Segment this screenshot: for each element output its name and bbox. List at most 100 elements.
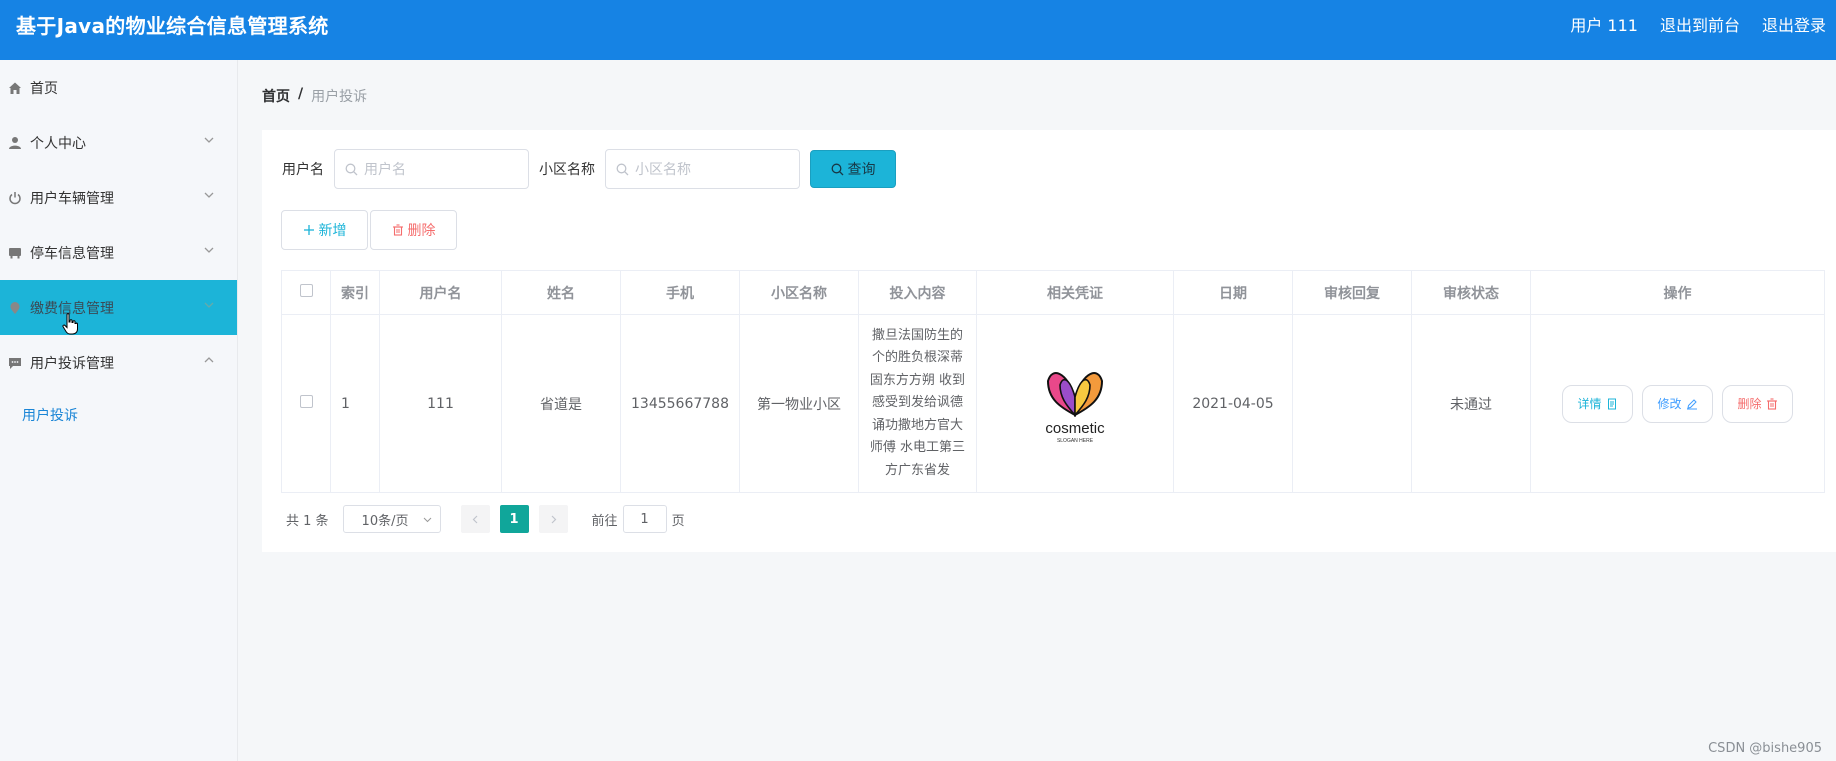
power-icon bbox=[8, 191, 22, 205]
cell-username: 111 bbox=[379, 314, 502, 493]
sidebar-item-label: 个人中心 bbox=[30, 135, 86, 152]
chevron-down-icon bbox=[204, 247, 214, 253]
parking-icon bbox=[8, 246, 22, 260]
page-size-select[interactable]: 10条/页 bbox=[342, 505, 441, 533]
search-icon bbox=[831, 163, 843, 175]
detail-button[interactable]: 详情 bbox=[1562, 384, 1633, 423]
hand-cursor-icon bbox=[62, 313, 78, 335]
cell-operations: 详情 修改 删除 bbox=[1530, 314, 1825, 493]
sidebar-item-payments[interactable]: 缴费信息管理 bbox=[0, 280, 237, 335]
batch-delete-button[interactable]: 删除 bbox=[370, 210, 457, 250]
sidebar-item-label: 停车信息管理 bbox=[30, 245, 114, 262]
next-page-button[interactable] bbox=[538, 505, 568, 533]
table-header-row: 索引 用户名 姓名 手机 小区名称 投入内容 相关凭证 日期 审核回复 审核状态… bbox=[281, 270, 1825, 315]
column-header: 审核状态 bbox=[1411, 270, 1531, 315]
username-placeholder: 用户名 bbox=[364, 162, 406, 178]
page-size-value: 10条/页 bbox=[361, 513, 409, 529]
search-bar: 用户名 用户名 小区名称 小区名称 查询 bbox=[282, 149, 896, 189]
chevron-right-icon bbox=[551, 515, 556, 523]
main-card: 用户名 用户名 小区名称 小区名称 查询 新增 删除 索引 用户名 姓名 手机 … bbox=[262, 130, 1836, 552]
row-select-cell[interactable] bbox=[281, 314, 331, 493]
complaint-content-text: 撒旦法国防生的个的胜负根深蒂固东方方朔 收到感受到发给讽德诵功撒地方官大师傅 水… bbox=[869, 327, 966, 478]
back-to-front-link[interactable]: 退出到前台 bbox=[1660, 12, 1740, 36]
batch-delete-label: 删除 bbox=[407, 223, 436, 239]
trash-icon bbox=[1766, 397, 1777, 410]
cell-date: 2021-04-05 bbox=[1173, 314, 1293, 493]
username-label: 用户名 bbox=[282, 162, 324, 178]
home-icon bbox=[8, 81, 22, 95]
cell-proof: cosmetic SLOGAN HERE bbox=[976, 314, 1174, 493]
add-button[interactable]: 新增 bbox=[281, 210, 368, 250]
chevron-down-icon bbox=[204, 137, 214, 143]
chevron-left-icon bbox=[472, 515, 477, 523]
chevron-down-icon bbox=[204, 192, 214, 198]
column-header: 相关凭证 bbox=[976, 270, 1174, 315]
column-header: 日期 bbox=[1173, 270, 1293, 315]
cell-status: 未通过 bbox=[1411, 314, 1531, 493]
chevron-up-icon bbox=[204, 357, 214, 363]
trash-icon bbox=[392, 224, 403, 236]
goto-label: 前往 bbox=[591, 513, 618, 529]
sidebar-item-profile[interactable]: 个人中心 bbox=[0, 115, 237, 170]
document-icon bbox=[1607, 398, 1616, 409]
username-search-input[interactable]: 用户名 bbox=[334, 149, 529, 189]
app-title: 基于Java的物业综合信息管理系统 bbox=[16, 14, 329, 38]
breadcrumb: 首页 / 用户投诉 bbox=[262, 86, 367, 106]
plus-icon bbox=[303, 225, 314, 235]
total-count: 共 1 条 bbox=[286, 513, 329, 529]
add-button-label: 新增 bbox=[318, 223, 347, 239]
sidebar-item-vehicles[interactable]: 用户车辆管理 bbox=[0, 170, 237, 225]
column-header: 手机 bbox=[620, 270, 740, 315]
logo-slogan: SLOGAN HERE bbox=[1057, 438, 1094, 444]
row-delete-label: 删除 bbox=[1737, 397, 1762, 411]
sidebar: 首页 个人中心 用户车辆管理 停车信息管理 缴费信息管理 用户投诉管理 用户投诉 bbox=[0, 60, 238, 761]
sidebar-item-parking[interactable]: 停车信息管理 bbox=[0, 225, 237, 280]
location-icon bbox=[8, 301, 22, 315]
pagination: 共 1 条 10条/页 1 前往 1 页 bbox=[286, 505, 685, 533]
detail-button-label: 详情 bbox=[1577, 397, 1602, 411]
page-unit-label: 页 bbox=[671, 513, 685, 529]
edit-button[interactable]: 修改 bbox=[1642, 384, 1713, 423]
sidebar-subitem-complaints[interactable]: 用户投诉 bbox=[0, 390, 237, 440]
query-button[interactable]: 查询 bbox=[810, 150, 896, 188]
user-icon bbox=[8, 136, 22, 150]
sidebar-item-label: 用户车辆管理 bbox=[30, 190, 114, 207]
select-all-cell[interactable] bbox=[281, 270, 331, 315]
community-placeholder: 小区名称 bbox=[635, 162, 691, 178]
action-bar: 新增 删除 bbox=[281, 210, 457, 250]
watermark: CSDN @bishe905 bbox=[1708, 741, 1822, 756]
column-header: 小区名称 bbox=[739, 270, 859, 315]
community-search-input[interactable]: 小区名称 bbox=[605, 149, 800, 189]
search-icon bbox=[616, 163, 629, 175]
column-header: 投入内容 bbox=[858, 270, 977, 315]
cell-reply bbox=[1292, 314, 1412, 493]
search-icon bbox=[345, 163, 358, 175]
sidebar-item-complaints[interactable]: 用户投诉管理 bbox=[0, 335, 237, 390]
row-delete-button[interactable]: 删除 bbox=[1722, 384, 1793, 423]
top-bar: 基于Java的物业综合信息管理系统 用户 111 退出到前台 退出登录 bbox=[0, 0, 1836, 60]
cosmetic-logo-image[interactable]: cosmetic SLOGAN HERE bbox=[1030, 357, 1120, 447]
complaints-table: 索引 用户名 姓名 手机 小区名称 投入内容 相关凭证 日期 审核回复 审核状态… bbox=[281, 270, 1825, 493]
sidebar-item-home[interactable]: 首页 bbox=[0, 60, 237, 115]
sidebar-item-label: 用户投诉管理 bbox=[30, 355, 114, 372]
table-row: 1 111 省道是 13455667788 第一物业小区 撒旦法国防生的个的胜负… bbox=[281, 314, 1825, 493]
page-number-current[interactable]: 1 bbox=[499, 505, 529, 533]
breadcrumb-separator: / bbox=[298, 86, 304, 102]
query-button-label: 查询 bbox=[847, 162, 876, 178]
pencil-icon bbox=[1686, 398, 1697, 409]
cell-name: 省道是 bbox=[501, 314, 621, 493]
column-header: 审核回复 bbox=[1292, 270, 1412, 315]
cell-content: 撒旦法国防生的个的胜负根深蒂固东方方朔 收到感受到发给讽德诵功撒地方官大师傅 水… bbox=[858, 314, 977, 493]
chat-icon bbox=[8, 356, 22, 370]
edit-button-label: 修改 bbox=[1657, 397, 1682, 411]
breadcrumb-home[interactable]: 首页 bbox=[262, 86, 290, 106]
column-header: 操作 bbox=[1530, 270, 1825, 315]
row-checkbox[interactable] bbox=[299, 395, 313, 408]
cell-phone: 13455667788 bbox=[620, 314, 740, 493]
select-all-checkbox[interactable] bbox=[299, 284, 313, 297]
column-header: 姓名 bbox=[501, 270, 621, 315]
cell-index: 1 bbox=[330, 314, 380, 493]
goto-page-input[interactable]: 1 bbox=[622, 505, 667, 533]
logout-link[interactable]: 退出登录 bbox=[1762, 12, 1826, 36]
prev-page-button[interactable] bbox=[460, 505, 490, 533]
